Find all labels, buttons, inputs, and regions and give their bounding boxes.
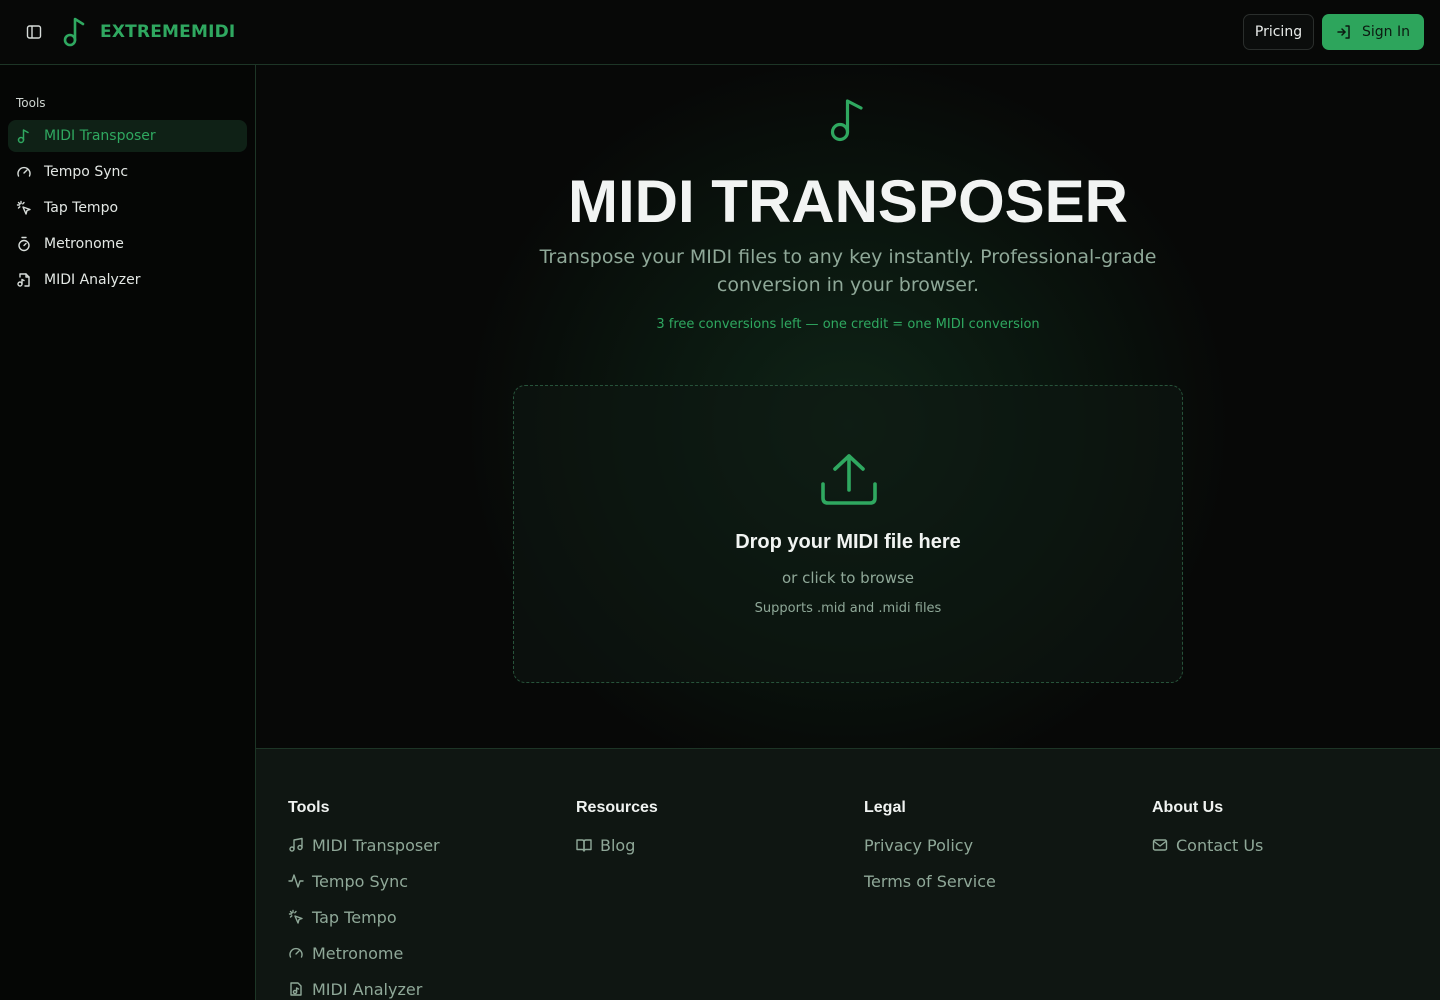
file-music-icon xyxy=(288,981,304,997)
sidebar-toggle-icon[interactable] xyxy=(24,22,44,42)
sidebar-item-midi-analyzer[interactable]: MIDI Analyzer xyxy=(8,264,247,296)
sidebar-item-tap-tempo[interactable]: Tap Tempo xyxy=(8,192,247,224)
pricing-button[interactable]: Pricing xyxy=(1243,14,1314,50)
sign-in-label: Sign In xyxy=(1362,24,1410,40)
footer-link-contact-us[interactable]: Contact Us xyxy=(1152,827,1263,863)
footer-link-label: Contact Us xyxy=(1176,835,1264,855)
sidebar-item-tempo-sync[interactable]: Tempo Sync xyxy=(8,156,247,188)
brand-logo[interactable]: EXTREMEMIDI xyxy=(62,16,235,48)
credits-remaining: 3 free conversions left — one credit = o… xyxy=(656,317,1040,332)
footer-resources-column: Resources Blog xyxy=(576,799,658,873)
site-footer: Tools MIDI Transposer Tempo Sync Tap Tem… xyxy=(256,748,1440,1000)
sidebar-heading: Tools xyxy=(16,96,46,110)
midi-file-dropzone[interactable]: Drop your MIDI file here or click to bro… xyxy=(513,385,1183,683)
footer-link-privacy-policy[interactable]: Privacy Policy xyxy=(864,827,996,863)
footer-heading: Tools xyxy=(288,799,330,816)
sign-in-button[interactable]: Sign In xyxy=(1322,14,1424,50)
sidebar-item-label: MIDI Analyzer xyxy=(44,272,141,288)
log-in-icon xyxy=(1336,24,1352,40)
sidebar-item-label: Tempo Sync xyxy=(44,164,129,180)
sidebar: Tools MIDI Transposer Tempo Sync Tap Tem… xyxy=(0,65,256,1000)
footer-link-blog[interactable]: Blog xyxy=(576,827,658,863)
footer-link-terms-of-service[interactable]: Terms of Service xyxy=(864,863,996,899)
sidebar-item-label: Metronome xyxy=(44,236,124,252)
top-header: EXTREMEMIDI Pricing Sign In xyxy=(0,0,1440,65)
footer-about-column: About Us Contact Us xyxy=(1152,799,1263,873)
gauge-icon xyxy=(16,164,32,180)
footer-heading: About Us xyxy=(1152,799,1224,816)
page-title: MIDI TRANSPOSER xyxy=(567,168,1129,235)
footer-link-label: Tempo Sync xyxy=(312,871,409,891)
pointer-click-icon xyxy=(16,200,32,216)
footer-link-tap-tempo[interactable]: Tap Tempo xyxy=(288,899,440,935)
pointer-click-icon xyxy=(288,909,304,925)
sidebar-item-label: MIDI Transposer xyxy=(44,128,156,144)
footer-heading: Legal xyxy=(864,799,906,816)
dropzone-browse-text: or click to browse xyxy=(781,569,915,587)
book-open-icon xyxy=(576,837,592,853)
footer-link-midi-analyzer[interactable]: MIDI Analyzer xyxy=(288,971,440,1000)
footer-link-label: MIDI Transposer xyxy=(312,835,440,855)
sidebar-item-label: Tap Tempo xyxy=(44,200,119,216)
sidebar-item-metronome[interactable]: Metronome xyxy=(8,228,247,260)
music-note-icon xyxy=(828,95,868,145)
dropzone-supported-formats: Supports .mid and .midi files xyxy=(754,601,942,616)
footer-link-metronome[interactable]: Metronome xyxy=(288,935,440,971)
gauge-icon xyxy=(288,945,304,961)
mail-icon xyxy=(1152,837,1168,853)
footer-link-midi-transposer[interactable]: MIDI Transposer xyxy=(288,827,440,863)
footer-link-label: Tap Tempo xyxy=(312,907,397,927)
music-note-icon xyxy=(62,16,88,48)
brand-name: EXTREMEMIDI xyxy=(100,22,236,42)
main-content: MIDI TRANSPOSER Transpose your MIDI file… xyxy=(256,65,1440,748)
dropzone-title: Drop your MIDI file here xyxy=(735,531,961,553)
footer-link-label: MIDI Analyzer xyxy=(312,979,423,999)
upload-icon xyxy=(819,450,879,510)
footer-legal-column: Legal Privacy Policy Terms of Service xyxy=(864,799,996,909)
sidebar-item-midi-transposer[interactable]: MIDI Transposer xyxy=(8,120,247,152)
music-icon xyxy=(288,837,304,853)
timer-icon xyxy=(16,236,32,252)
page-subtitle: Transpose your MIDI files to any key ins… xyxy=(539,246,1157,296)
footer-link-tempo-sync[interactable]: Tempo Sync xyxy=(288,863,440,899)
file-music-icon xyxy=(16,272,32,288)
music-note-icon xyxy=(16,128,32,144)
activity-icon xyxy=(288,873,304,889)
footer-tools-column: Tools MIDI Transposer Tempo Sync Tap Tem… xyxy=(288,799,440,1000)
footer-link-label: Blog xyxy=(600,835,636,855)
footer-heading: Resources xyxy=(576,799,658,816)
footer-link-label: Metronome xyxy=(312,943,404,963)
